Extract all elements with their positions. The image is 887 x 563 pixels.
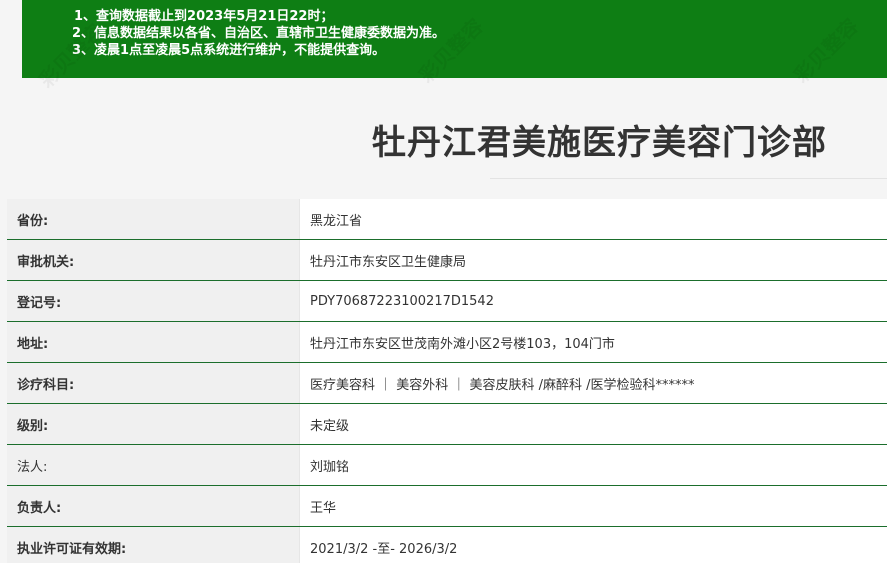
table-row: 地址: 牡丹江市东安区世茂南外滩小区2号楼103，104门市: [7, 322, 887, 363]
row-label: 执业许可证有效期:: [7, 527, 300, 563]
row-value: 牡丹江市东安区世茂南外滩小区2号楼103，104门市: [300, 322, 887, 362]
info-table: 省份: 黑龙江省 审批机关: 牡丹江市东安区卫生健康局 登记号: PDY7068…: [7, 199, 887, 563]
notice-banner: 1、查询数据截止到2023年5月21日22时； 2、信息数据结果以各省、自治区、…: [22, 0, 887, 78]
row-label: 省份:: [7, 199, 300, 239]
row-value: PDY70687223100217D1542: [300, 281, 887, 321]
row-value: 2021/3/2 -至- 2026/3/2: [300, 527, 887, 563]
notice-line-2: 2、信息数据结果以各省、自治区、直辖市卫生健康委数据为准。: [72, 26, 446, 41]
row-value: 刘珈铭: [300, 445, 887, 485]
table-row: 诊疗科目: 医疗美容科 ｜ 美容外科 ｜ 美容皮肤科 /麻醉科 /医学检验科**…: [7, 363, 887, 404]
row-label: 诊疗科目:: [7, 363, 300, 403]
table-row: 审批机关: 牡丹江市东安区卫生健康局: [7, 240, 887, 281]
row-label: 审批机关:: [7, 240, 300, 280]
row-value: 黑龙江省: [300, 199, 887, 239]
page-title: 牡丹江君美施医疗美容门诊部: [372, 123, 827, 163]
table-row: 负责人: 王华: [7, 486, 887, 527]
row-label: 负责人:: [7, 486, 300, 526]
table-row: 登记号: PDY70687223100217D1542: [7, 281, 887, 322]
table-row: 执业许可证有效期: 2021/3/2 -至- 2026/3/2: [7, 527, 887, 563]
title-divider: [490, 178, 887, 179]
row-label: 地址:: [7, 322, 300, 362]
notice-line-1: 1、查询数据截止到2023年5月21日22时；: [74, 9, 334, 24]
table-row: 级别: 未定级: [7, 404, 887, 445]
row-value: 未定级: [300, 404, 887, 444]
row-value: 王华: [300, 486, 887, 526]
table-row: 省份: 黑龙江省: [7, 199, 887, 240]
row-label: 级别:: [7, 404, 300, 444]
row-value: 牡丹江市东安区卫生健康局: [300, 240, 887, 280]
row-label: 登记号:: [7, 281, 300, 321]
table-row: 法人: 刘珈铭: [7, 445, 887, 486]
row-value: 医疗美容科 ｜ 美容外科 ｜ 美容皮肤科 /麻醉科 /医学检验科******: [300, 363, 887, 403]
row-label: 法人:: [7, 445, 300, 485]
notice-line-3: 3、凌晨1点至凌晨5点系统进行维护，不能提供查询。: [72, 43, 386, 58]
